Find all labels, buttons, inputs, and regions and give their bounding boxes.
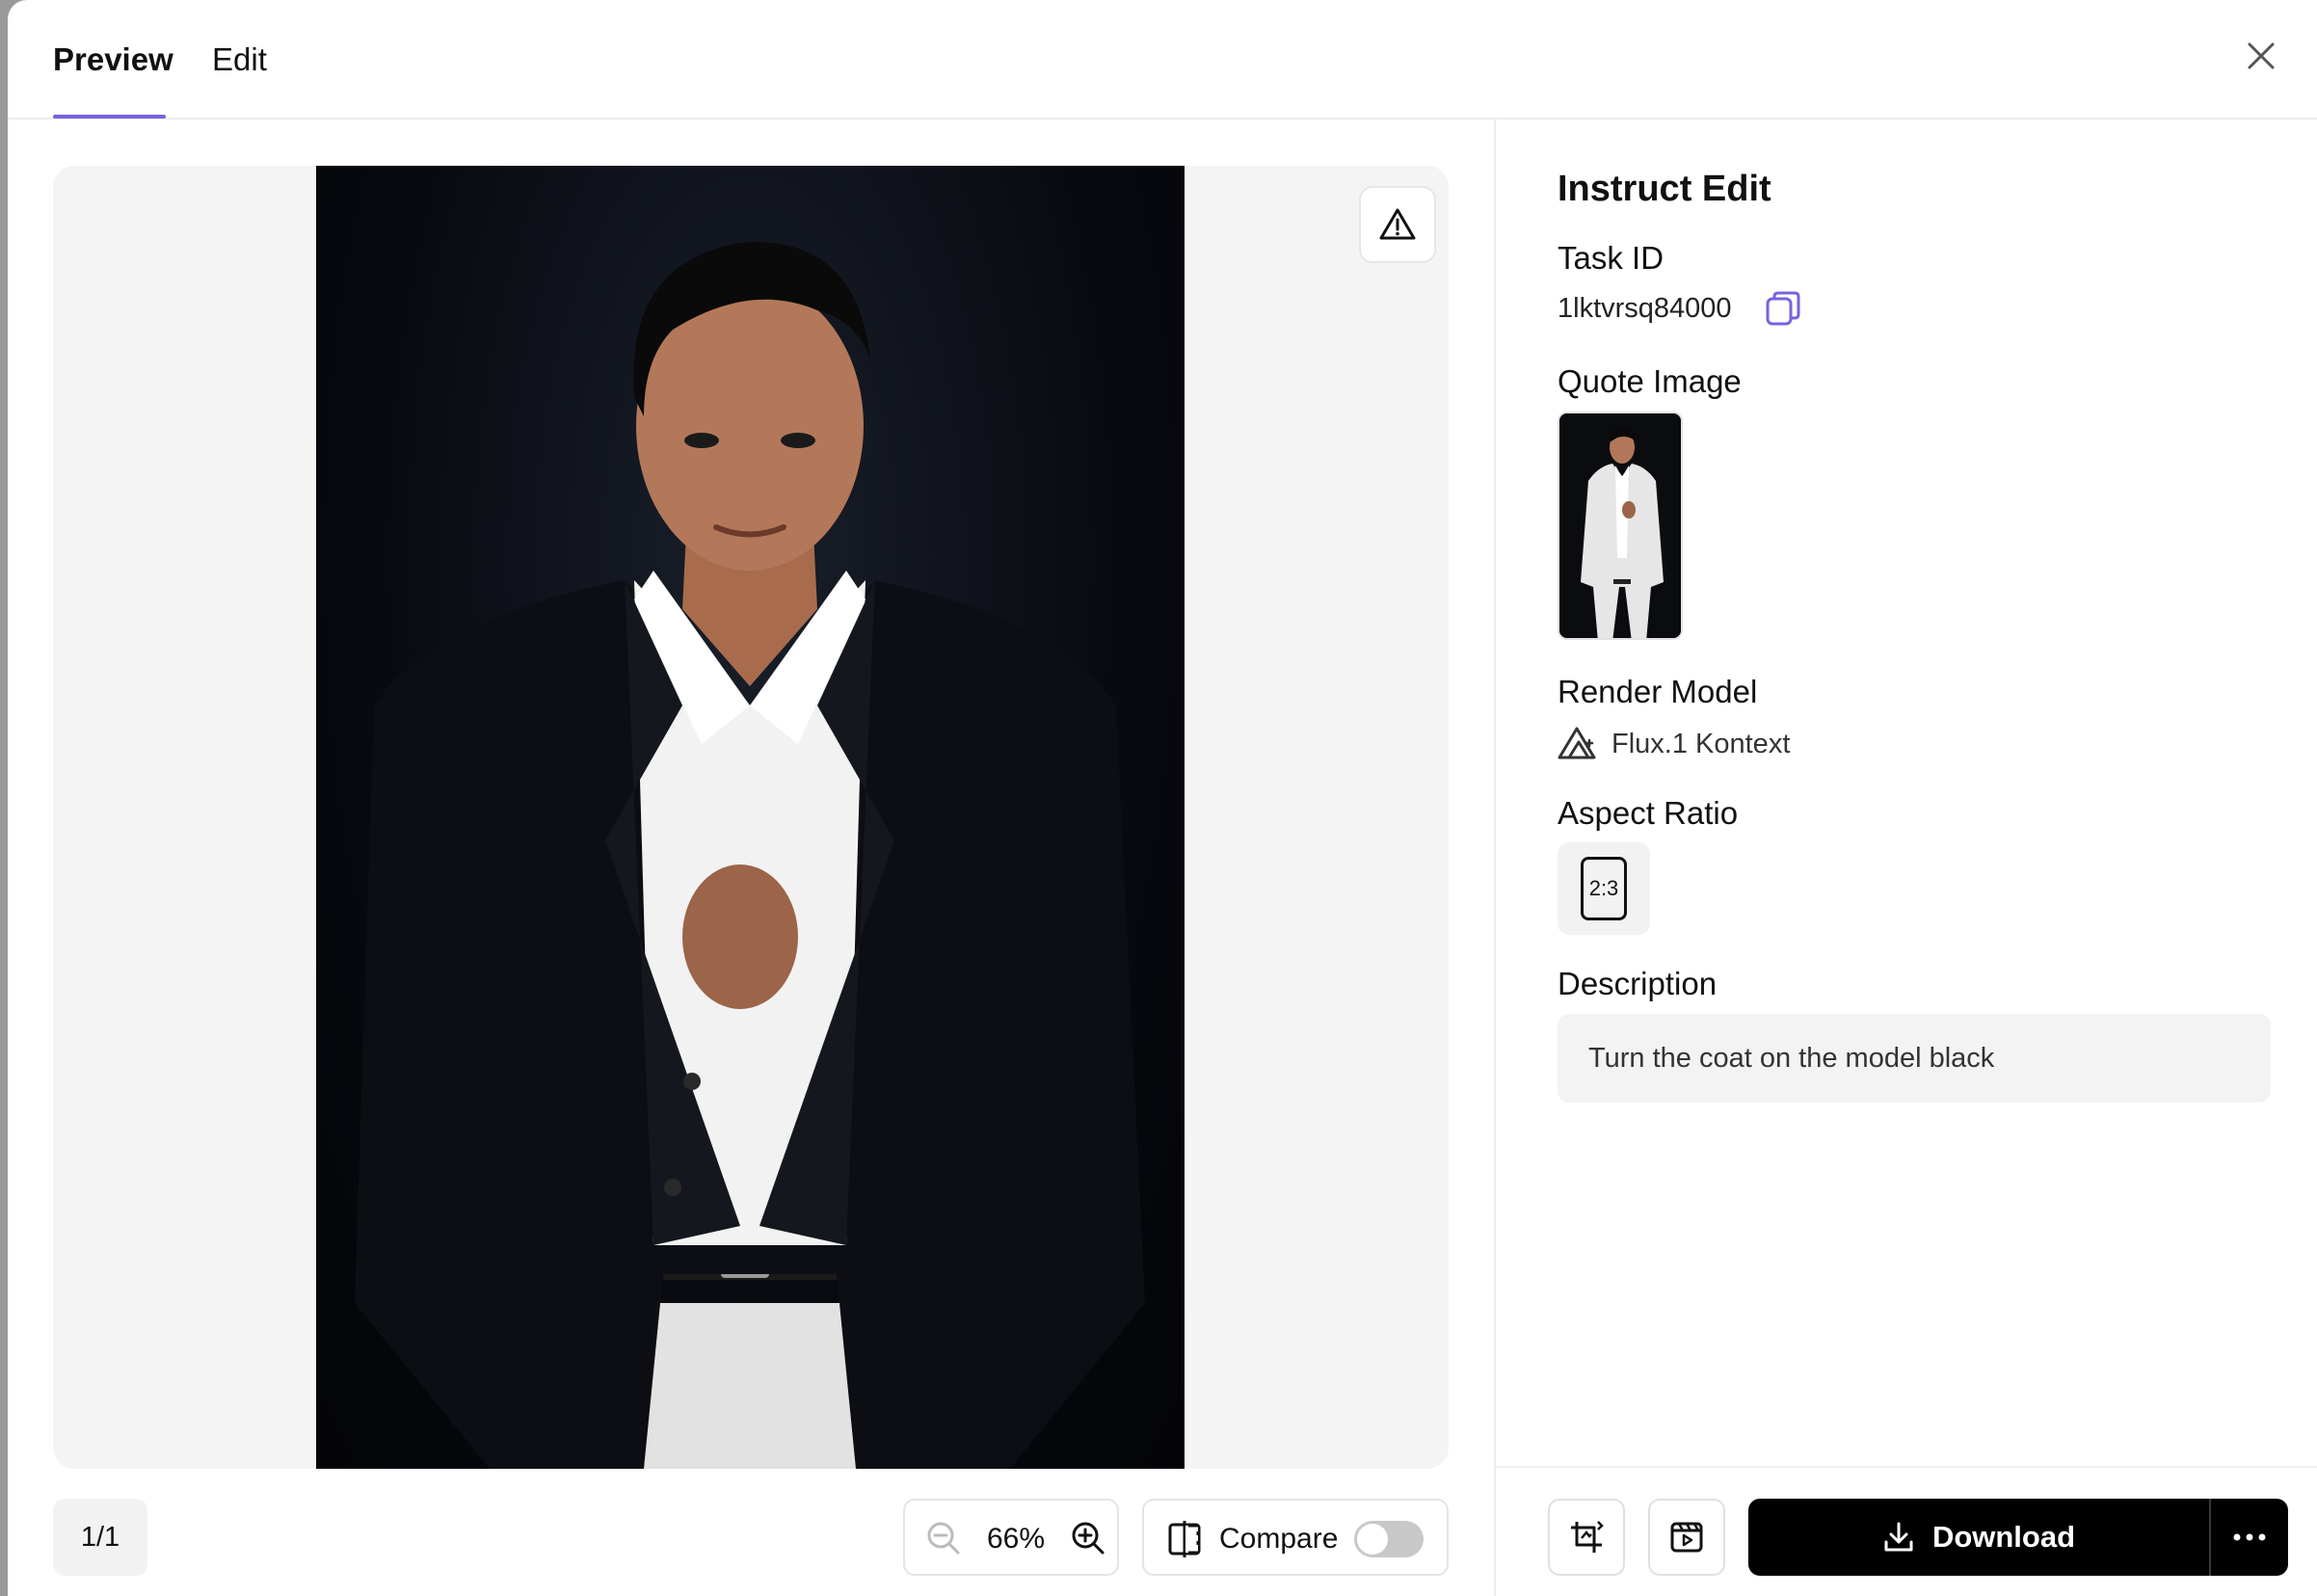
task-id-value: 1lktvrsq84000 xyxy=(1558,293,1732,324)
compare-split-icon xyxy=(1168,1521,1201,1557)
video-play-icon xyxy=(1670,1522,1703,1553)
download-label: Download xyxy=(1931,1520,2076,1554)
description-text: Turn the coat on the model black xyxy=(1588,1043,1995,1074)
image-preview-area xyxy=(53,166,1449,1469)
footer-divider xyxy=(1496,1466,2317,1468)
quote-image-label: Quote Image xyxy=(1558,363,1742,399)
tab-preview[interactable]: Preview xyxy=(53,39,173,81)
aspect-ratio-label: Aspect Ratio xyxy=(1558,795,1739,831)
zoom-in-icon xyxy=(1072,1522,1105,1555)
thumbnail-illustration xyxy=(1559,413,1681,638)
aspect-ratio-option[interactable]: 2:3 xyxy=(1558,842,1650,935)
description-label: Description xyxy=(1558,966,1718,1001)
close-button[interactable] xyxy=(2242,37,2280,75)
render-model-label: Render Model xyxy=(1558,674,1758,709)
compare-toggle-knob xyxy=(1357,1524,1388,1555)
zoom-out-button[interactable] xyxy=(924,1519,963,1557)
active-tab-indicator xyxy=(53,115,166,119)
page-counter: 1/1 xyxy=(53,1499,147,1576)
crop-rotate-icon xyxy=(1571,1521,1604,1553)
panel-divider xyxy=(1494,120,1496,1596)
report-button[interactable] xyxy=(1359,186,1436,263)
warning-triangle-icon xyxy=(1379,208,1416,240)
crop-rotate-button[interactable] xyxy=(1548,1499,1625,1576)
description-box: Turn the coat on the model black xyxy=(1558,1014,2271,1103)
compare-label: Compare xyxy=(1219,1523,1339,1555)
copy-icon xyxy=(1766,291,1800,326)
compare-control: Compare xyxy=(1142,1499,1449,1576)
more-options-button[interactable] xyxy=(2211,1499,2288,1576)
zoom-in-button[interactable] xyxy=(1069,1519,1107,1557)
preview-modal: Preview Edit 1/1 66% Compare Instruct Ed… xyxy=(8,0,2317,1596)
zoom-level: 66% xyxy=(986,1523,1046,1555)
zoom-out-icon xyxy=(927,1522,960,1555)
render-model-name: Flux.1 Kontext xyxy=(1611,729,1791,759)
more-horizontal-icon xyxy=(2233,1533,2266,1541)
portrait-illustration xyxy=(355,242,1145,1469)
preview-image[interactable] xyxy=(316,166,1185,1469)
zoom-control: 66% xyxy=(903,1499,1119,1576)
download-button[interactable]: Download xyxy=(1748,1499,2209,1576)
compare-toggle[interactable] xyxy=(1354,1521,1424,1557)
modal-header: Preview Edit xyxy=(8,0,2317,120)
close-icon xyxy=(2248,42,2275,69)
panel-title: Instruct Edit xyxy=(1558,169,1771,209)
download-icon xyxy=(1884,1522,1913,1552)
video-button[interactable] xyxy=(1648,1499,1725,1576)
tab-edit[interactable]: Edit xyxy=(212,39,267,81)
flux-logo-icon xyxy=(1558,727,1596,759)
aspect-ratio-value: 2:3 xyxy=(1581,857,1627,920)
quote-image-thumbnail[interactable] xyxy=(1558,412,1683,640)
task-id-label: Task ID xyxy=(1558,240,1665,276)
copy-task-id-button[interactable] xyxy=(1764,289,1802,328)
